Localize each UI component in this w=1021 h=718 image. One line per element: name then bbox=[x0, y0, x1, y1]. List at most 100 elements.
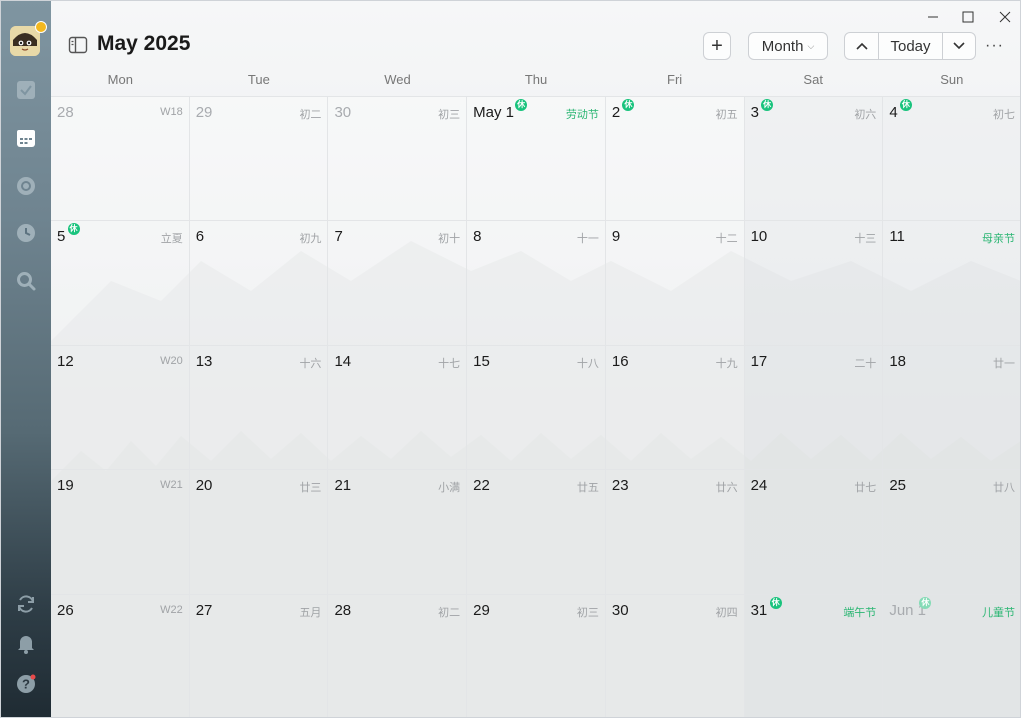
sidebar-item-sync[interactable] bbox=[14, 592, 38, 616]
lunar-date: 十九 bbox=[715, 357, 738, 370]
day-number: 23 bbox=[611, 477, 629, 495]
day-cell[interactable]: 16 十九 bbox=[605, 345, 745, 470]
day-cell[interactable]: 25 廿八 bbox=[883, 470, 1020, 594]
previous-month-button[interactable] bbox=[845, 33, 879, 59]
holiday-rest-badge: 休 bbox=[67, 223, 80, 236]
more-options-button[interactable]: ··· bbox=[985, 37, 1005, 54]
day-cell[interactable]: 22 廿五 bbox=[467, 470, 606, 594]
day-cell[interactable]: 11 母亲节 bbox=[883, 221, 1020, 345]
help-icon: ? bbox=[17, 674, 36, 693]
day-number: May 1 bbox=[473, 104, 515, 121]
day-cell[interactable]: 17 二十 bbox=[744, 345, 884, 470]
sidebar-item-focus[interactable] bbox=[14, 174, 38, 198]
maximize-button[interactable] bbox=[956, 7, 980, 27]
holiday-rest-badge: 休 bbox=[919, 596, 932, 609]
chevron-down-icon bbox=[953, 42, 965, 50]
day-cell[interactable]: 20 廿三 bbox=[189, 470, 329, 594]
day-cell[interactable]: 19 W21 bbox=[51, 470, 190, 594]
holiday-label: 母亲节 bbox=[982, 233, 1016, 246]
day-cell[interactable]: 26 W22 bbox=[51, 594, 190, 717]
day-cell[interactable]: 27 五月 bbox=[189, 594, 329, 717]
day-number: 28 bbox=[57, 104, 74, 121]
sidebar-panel-icon bbox=[68, 36, 88, 54]
view-mode-select[interactable]: Month ⌵ bbox=[748, 32, 828, 60]
day-cell[interactable]: 29 初二 bbox=[189, 97, 329, 221]
sidebar-item-calendar[interactable] bbox=[14, 126, 38, 150]
day-cell[interactable]: 21 小满 bbox=[328, 470, 468, 594]
holiday-rest-badge: 休 bbox=[899, 99, 912, 111]
plus-icon: + bbox=[711, 34, 723, 57]
chevron-up-icon bbox=[855, 42, 868, 50]
day-cell[interactable]: 30 初三 bbox=[328, 97, 468, 221]
day-cell[interactable]: 13 十六 bbox=[189, 345, 329, 470]
app-window: ? May 2025 + Month ⌵ Today ··· Mon Tue W… bbox=[0, 0, 1021, 718]
day-number: 20 bbox=[195, 477, 213, 495]
lunar-date: 初二 bbox=[438, 606, 461, 619]
day-number: 12 bbox=[57, 352, 74, 370]
day-cell[interactable]: 8 十一 bbox=[467, 221, 606, 345]
sidebar-toggle-button[interactable] bbox=[68, 36, 90, 56]
minimize-button[interactable] bbox=[921, 7, 945, 27]
day-cell[interactable]: 12 W20 bbox=[51, 345, 190, 470]
day-cell[interactable]: 30 初四 bbox=[605, 594, 745, 717]
weekday-label: Wed bbox=[384, 72, 411, 87]
lunar-date: 立夏 bbox=[160, 233, 183, 246]
next-month-button[interactable] bbox=[943, 33, 975, 59]
add-event-button[interactable]: + bbox=[703, 32, 731, 60]
sidebar-item-search[interactable] bbox=[14, 269, 38, 293]
sidebar-item-tasks[interactable] bbox=[14, 78, 38, 102]
lunar-date: 十三 bbox=[854, 233, 877, 246]
sidebar-item-help[interactable]: ? bbox=[14, 672, 38, 696]
week-number: W21 bbox=[160, 479, 183, 492]
minimize-icon bbox=[928, 16, 938, 18]
day-number: 22 bbox=[473, 477, 490, 495]
lunar-date: 初四 bbox=[715, 606, 738, 619]
day-number: 31 bbox=[750, 601, 768, 619]
sidebar-item-notifications[interactable] bbox=[14, 631, 38, 655]
maximize-icon bbox=[962, 11, 974, 23]
day-cell[interactable]: 15 十八 bbox=[467, 345, 606, 470]
search-icon bbox=[17, 272, 36, 291]
day-number: 14 bbox=[334, 352, 352, 370]
lunar-date: 初三 bbox=[438, 109, 461, 121]
clock-icon bbox=[17, 224, 35, 242]
day-number: 3 bbox=[750, 104, 759, 121]
day-number: 30 bbox=[611, 601, 629, 619]
day-number: 16 bbox=[611, 352, 629, 370]
weekday-label: Sun bbox=[940, 72, 964, 87]
day-number: 2 bbox=[611, 104, 621, 121]
day-cell[interactable]: 7 初十 bbox=[328, 221, 468, 345]
day-cell[interactable]: Jun 1 休儿童节 bbox=[883, 594, 1020, 717]
lunar-date: 五月 bbox=[299, 606, 322, 619]
holiday-label: 端午节 bbox=[843, 606, 877, 619]
day-cell[interactable]: 9 十二 bbox=[605, 221, 745, 345]
day-number: 11 bbox=[889, 228, 905, 246]
day-cell[interactable]: 10 十三 bbox=[744, 221, 884, 345]
day-cell[interactable]: 28 初二 bbox=[328, 594, 468, 717]
week-row: 19 W21 20 廿三 21 小满 22 廿五 23 廿六 24 廿七 25 廿八 bbox=[51, 470, 1020, 595]
close-button[interactable] bbox=[993, 7, 1017, 27]
date-navigation: Today bbox=[844, 32, 976, 60]
day-cell[interactable]: 5 休立夏 bbox=[51, 221, 190, 345]
day-cell[interactable]: May 1 休劳动节 bbox=[467, 97, 606, 221]
day-cell[interactable]: 2 休初五 bbox=[605, 97, 745, 221]
day-cell[interactable]: 31 休端午节 bbox=[744, 594, 884, 717]
day-number: 10 bbox=[750, 228, 768, 246]
holiday-rest-badge: 休 bbox=[769, 596, 782, 609]
day-cell[interactable]: 4 休初七 bbox=[883, 97, 1020, 221]
today-button[interactable]: Today bbox=[879, 33, 943, 59]
day-cell[interactable]: 3 休初六 bbox=[744, 97, 884, 221]
sidebar-item-habits[interactable] bbox=[14, 221, 38, 245]
day-cell[interactable]: 24 廿七 bbox=[744, 470, 884, 594]
day-cell[interactable]: 28 W18 bbox=[51, 97, 190, 221]
day-cell[interactable]: 6 初九 bbox=[189, 221, 329, 345]
lunar-date: 初六 bbox=[854, 109, 877, 121]
week-number: W22 bbox=[160, 603, 183, 616]
day-cell[interactable]: 18 廿一 bbox=[883, 345, 1020, 470]
day-cell[interactable]: 14 十七 bbox=[328, 345, 468, 470]
day-cell[interactable]: 29 初三 bbox=[467, 594, 606, 717]
day-cell[interactable]: 23 廿六 bbox=[605, 470, 745, 594]
day-number: 28 bbox=[334, 601, 352, 619]
day-number: 21 bbox=[334, 477, 352, 495]
day-number: 5 bbox=[57, 228, 66, 246]
